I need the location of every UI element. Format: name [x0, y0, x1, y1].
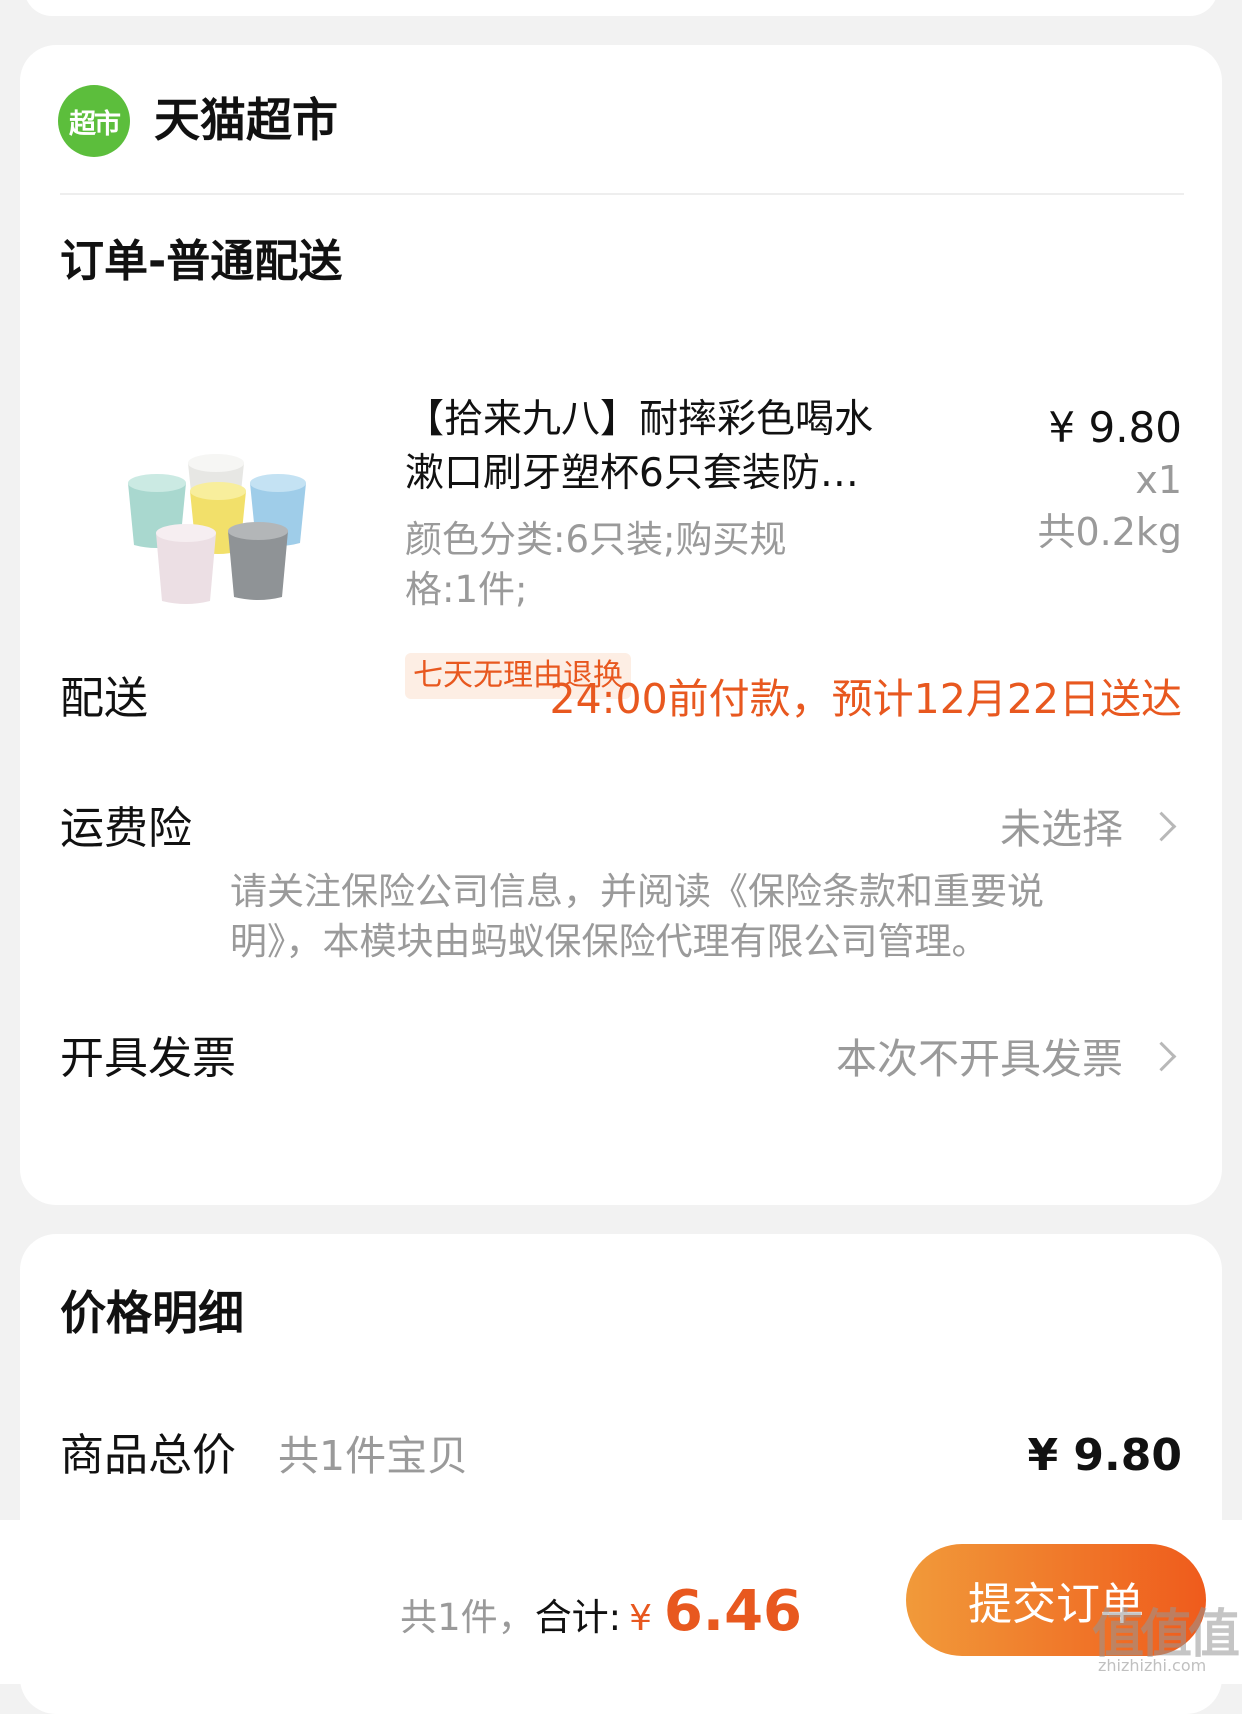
currency-symbol: ¥ [629, 1598, 653, 1639]
delivery-value: 24:00前付款，预计12月22日送达 [549, 675, 1183, 723]
price-detail-title: 价格明细 [60, 1286, 244, 1340]
divider [60, 193, 1184, 195]
order-summary: 共1件，合计: ¥ 6.46 [400, 1582, 802, 1649]
insurance-note: 请关注保险公司信息，并阅读《保险条款和重要说 明》，本模块由蚂蚁保保险代理有限公… [230, 867, 1130, 967]
logo-text: 超市 [69, 108, 121, 140]
shipping-insurance-label: 运费险 [60, 803, 192, 854]
invoice-selector[interactable]: 本次不开具发票 [836, 1029, 1182, 1089]
invoice-value: 本次不开具发票 [836, 1035, 1123, 1083]
product-price: ¥ 9.80 [1048, 403, 1182, 452]
goods-total-value: ¥ 9.80 [1027, 1430, 1183, 1481]
item-count: 共1件， [400, 1596, 535, 1639]
store-name[interactable]: 天猫超市 [154, 89, 338, 151]
product-sku: 颜色分类:6只装;购买规 格:1件; [405, 515, 875, 615]
total-amount: 6.46 [663, 1579, 802, 1644]
order-section-title: 订单-普通配送 [60, 236, 343, 287]
sku-line2: 格:1件; [405, 568, 528, 611]
product-title-line2: 漱口刷牙塑杯6只套装防… [405, 451, 859, 496]
order-card: 超市 天猫超市 订单-普通配送 【拾来九八】耐摔彩色喝水 漱口刷牙塑杯6只套装防… [20, 45, 1222, 1205]
insurance-note-line2: 明》，本模块由蚂蚁保保险代理有限公司管理。 [230, 920, 989, 963]
product-weight: 共0.2kg [1037, 510, 1182, 554]
product-title-line1: 【拾来九八】耐摔彩色喝水 [405, 397, 874, 442]
invoice-label: 开具发票 [60, 1033, 236, 1084]
product-quantity: x1 [1135, 458, 1182, 502]
chevron-right-icon [1146, 1041, 1177, 1072]
product-image[interactable] [110, 425, 330, 625]
shipping-insurance-selector[interactable]: 未选择 [1000, 799, 1182, 859]
delivery-label: 配送 [60, 673, 148, 724]
sku-line1: 颜色分类:6只装;购买规 [405, 518, 787, 561]
checkout-bar: 共1件，合计: ¥ 6.46 提交订单 值值值 zhizhizhi.com [0, 1520, 1242, 1684]
watermark-url: zhizhizhi.com [1098, 1656, 1207, 1675]
goods-count: 共1件宝贝 [278, 1432, 469, 1480]
insurance-note-line1: 请关注保险公司信息，并阅读《保险条款和重要说 [230, 870, 1044, 913]
goods-total-label: 商品总价 [60, 1430, 236, 1481]
chevron-right-icon [1146, 811, 1177, 842]
tmall-supermarket-logo-icon: 超市 [58, 85, 130, 157]
previous-card [24, 0, 1218, 16]
shipping-insurance-value: 未选择 [1000, 805, 1123, 853]
total-label: 合计: [534, 1596, 622, 1639]
product-title[interactable]: 【拾来九八】耐摔彩色喝水 漱口刷牙塑杯6只套装防… [405, 393, 985, 501]
